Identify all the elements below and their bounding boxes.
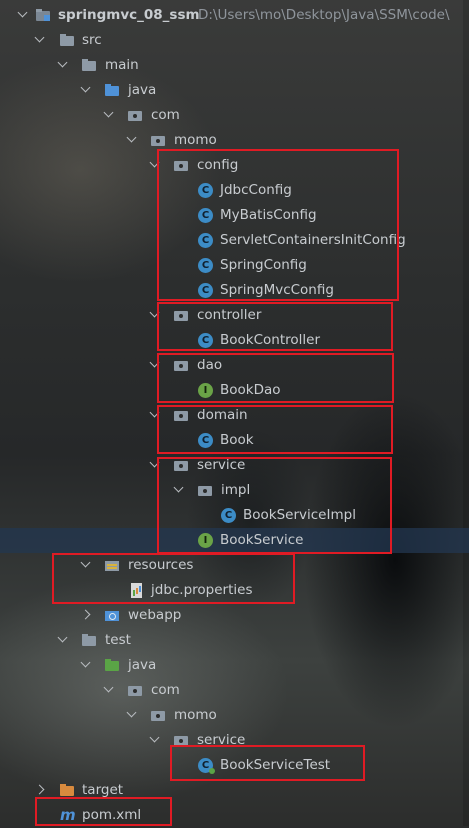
chevron-right-icon[interactable] [34,784,45,795]
tree-item-label: java [128,657,157,673]
project-name: springmvc_08_ssm [58,7,200,23]
tree-item-label: main [105,57,139,73]
chevron-down-icon[interactable] [80,82,91,93]
tree-item-momo-test[interactable]: momo [0,703,469,728]
chevron-down-icon[interactable] [103,682,114,693]
chevron-down-icon[interactable] [80,657,91,668]
tree-item-test[interactable]: test [0,628,469,653]
tree-item-label: com [151,107,180,123]
highlight-box-controller [157,302,393,351]
chevron-down-icon[interactable] [149,732,160,743]
tree-item-label: test [105,632,131,648]
chevron-down-icon[interactable] [57,632,68,643]
folder-icon [82,633,97,648]
chevron-down-icon[interactable] [34,32,45,43]
tree-item-label: momo [174,707,217,723]
chevron-down-icon[interactable] [57,57,68,68]
tree-item-java-test[interactable]: java [0,653,469,678]
highlight-box-config [157,149,399,301]
chevron-down-icon[interactable] [126,707,137,718]
highlight-box-pom [35,797,172,826]
highlight-box-resources [52,553,295,604]
tree-item-com-test[interactable]: com [0,678,469,703]
tree-item-project[interactable]: springmvc_08_ssm D:\Users\mo\Desktop\Jav… [0,3,469,28]
module-folder-icon [36,8,51,23]
package-icon [151,133,166,148]
tree-item-label: com [151,682,180,698]
project-path: D:\Users\mo\Desktop\Java\SSM\code\ [198,7,450,23]
highlight-box-service [157,457,392,554]
source-folder-icon [105,83,120,98]
tree-item-main[interactable]: main [0,53,469,78]
tree-item-label: java [128,82,157,98]
folder-icon [60,33,75,48]
tree-item-label: src [82,32,102,48]
highlight-box-domain [157,405,393,454]
chevron-down-icon[interactable] [103,107,114,118]
excluded-folder-icon [60,783,75,798]
test-folder-icon [105,658,120,673]
tree-item-label: momo [174,132,217,148]
tree-item-java-main[interactable]: java [0,78,469,103]
chevron-right-icon[interactable] [80,609,91,620]
tree-item-com-main[interactable]: com [0,103,469,128]
highlight-box-test-class [170,745,365,781]
package-icon [151,708,166,723]
package-icon [128,683,143,698]
chevron-down-icon[interactable] [126,132,137,143]
tree-item-label: webapp [128,607,182,623]
tree-item-webapp[interactable]: webapp [0,603,469,628]
chevron-down-icon[interactable] [17,7,28,18]
folder-icon [82,58,97,73]
tree-item-src[interactable]: src [0,28,469,53]
highlight-box-dao [157,353,394,403]
web-folder-icon [105,608,120,623]
package-icon [128,108,143,123]
